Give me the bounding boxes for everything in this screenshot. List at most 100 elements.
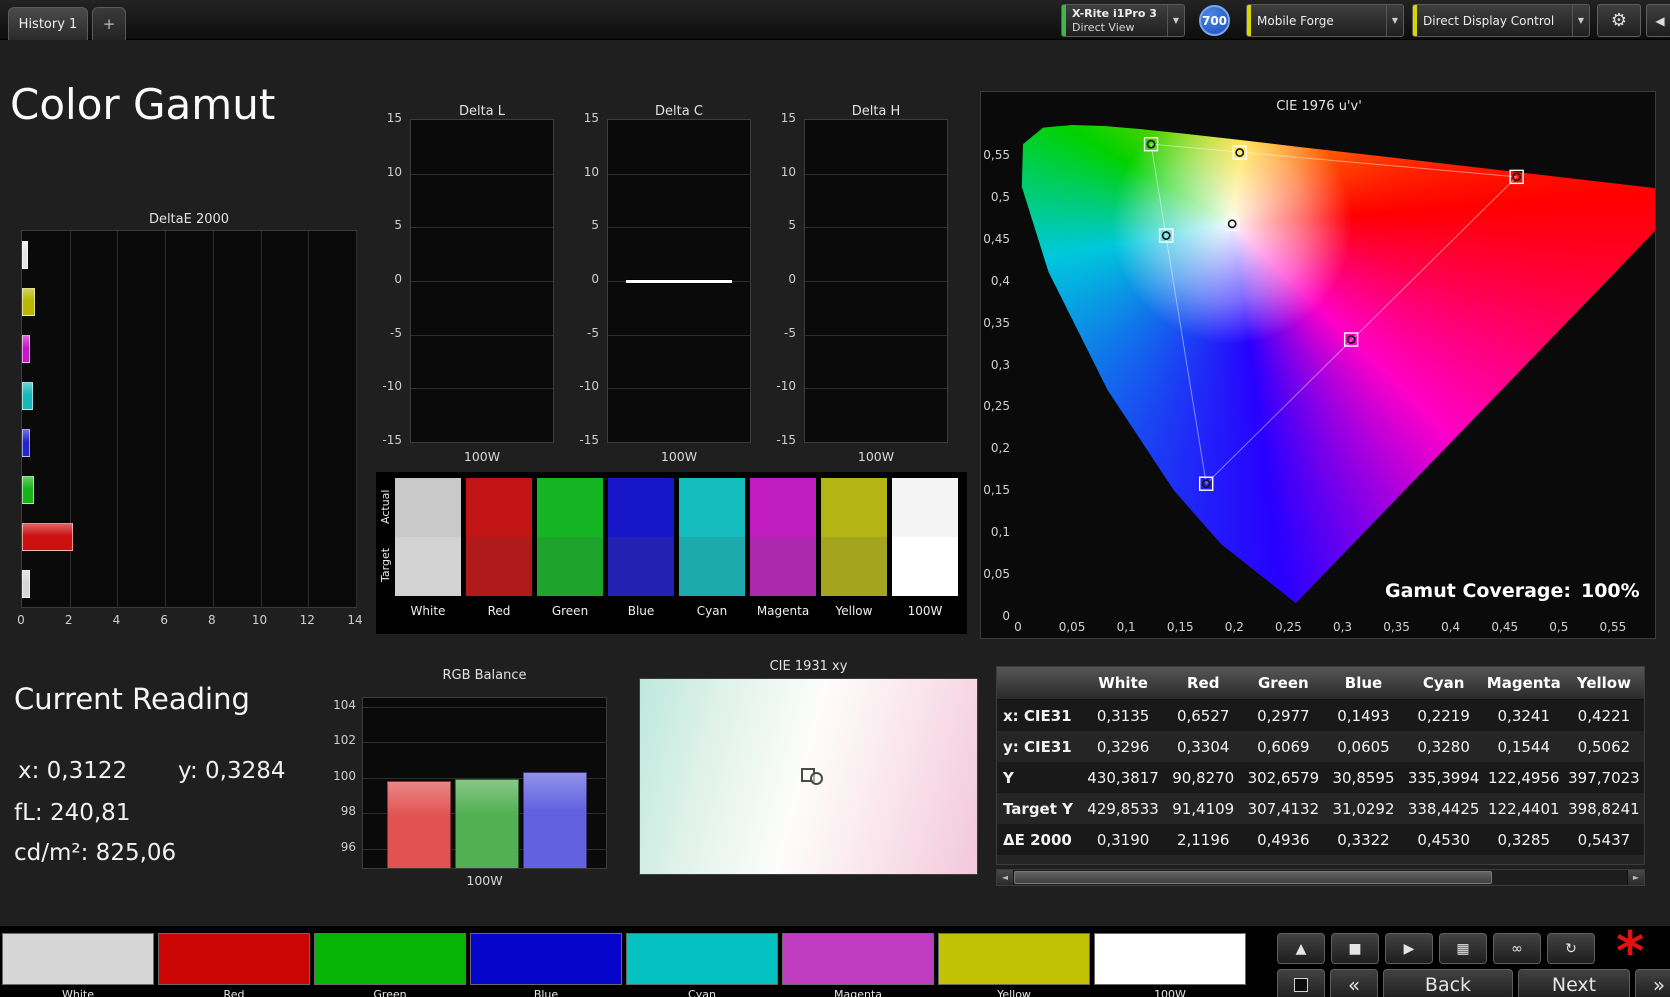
collapse-panel-button[interactable]: ◀ [1646, 4, 1670, 37]
table-col-header: Red [1163, 667, 1243, 699]
table-scrollbar[interactable]: ◄ ► [996, 869, 1645, 886]
table-cell: 0,4221 [1564, 700, 1644, 731]
table-cell: 2,0428 [1404, 855, 1484, 865]
swatch-strip: Actual Target WhiteRedGreenBlueCyanMagen… [376, 472, 967, 634]
deltae2000-xticks: 02468101214 [21, 613, 357, 629]
scroll-left-button[interactable]: ◄ [997, 870, 1014, 885]
table-cell: 0,2219 [1404, 700, 1484, 731]
tick-label: 0,4 [1431, 620, 1471, 634]
table-cell: 430,3817 [1083, 762, 1163, 793]
next-chevron-button[interactable]: » [1635, 969, 1670, 997]
table-col-header: White [1083, 667, 1163, 699]
add-tab-button[interactable]: + [92, 7, 126, 40]
pattern-window-button[interactable] [1277, 969, 1325, 997]
tick-label: 0 [769, 272, 796, 286]
pattern-window-icon [1294, 978, 1308, 992]
deltaH-chart-title: Delta H [804, 104, 948, 119]
chevron-down-icon: ▼ [1167, 5, 1184, 36]
tick-label: 0,15 [980, 483, 1010, 497]
footer-swatches: WhiteRedGreenBlueCyanMagentaYellow100W [2, 933, 1246, 997]
stop-button[interactable]: ■ [1331, 933, 1379, 964]
table-row-label: ΔE ITP [997, 855, 1083, 865]
settings-button[interactable]: ⚙ [1597, 4, 1641, 37]
tick-label: 15 [375, 111, 402, 125]
tick-label: 0,3 [980, 358, 1010, 372]
gridline [608, 227, 750, 228]
refresh-button[interactable]: ↻ [1547, 933, 1595, 964]
back-button[interactable]: Back [1383, 969, 1513, 997]
table-col-header: Cyan [1404, 667, 1484, 699]
deltae-bar-white [22, 570, 30, 598]
swatch-target-100w [892, 537, 958, 596]
swatch-blue [608, 478, 674, 596]
pattern-swatch-blue[interactable] [470, 933, 622, 985]
tick-label: 0,5 [1539, 620, 1579, 634]
scrollbar-thumb[interactable] [1014, 871, 1492, 884]
gridline [608, 388, 750, 389]
pattern-swatch-label: Yellow [997, 988, 1031, 997]
pattern-swatch-wrap: Yellow [938, 933, 1090, 997]
pattern-grid-button[interactable]: ▦ [1439, 933, 1487, 964]
pattern-swatch-label: Magenta [834, 988, 882, 997]
table-cell: 122,4401 [1484, 793, 1564, 824]
pattern-source-name: Mobile Forge [1257, 14, 1380, 28]
gridline [70, 231, 71, 607]
deltaL-panel: Delta L 151050-5-10-15 100W [376, 104, 556, 466]
rgb-balance-plot [362, 697, 607, 869]
pattern-swatch-wrap: Blue [470, 933, 622, 997]
measurement-count-badge[interactable]: 700 [1199, 5, 1230, 36]
gridline [363, 707, 606, 708]
swatch-actual-magenta [750, 478, 816, 537]
display-control-dropdown[interactable]: Direct Display Control ▼ [1412, 4, 1590, 37]
pattern-swatch-green[interactable] [314, 933, 466, 985]
play-button[interactable]: ▶ [1385, 933, 1433, 964]
tick-label: -15 [769, 433, 796, 447]
eject-button[interactable]: ▲ [1277, 933, 1325, 964]
swatch-label: White [395, 604, 461, 618]
gamut-coverage-label: Gamut Coverage: [1385, 580, 1571, 602]
swatch-red [466, 478, 532, 596]
pattern-grid-icon: ▦ [1456, 941, 1469, 957]
pattern-swatch-red[interactable] [158, 933, 310, 985]
chevron-down-icon: ▼ [1572, 5, 1589, 36]
swatch-100w [892, 478, 958, 596]
tab-history-1[interactable]: History 1 [8, 7, 88, 40]
table-cell: 0,4530 [1404, 824, 1484, 855]
table-cell: 302,6579 [1243, 762, 1323, 793]
swatch-target-cyan [679, 537, 745, 596]
continuous-measure-button[interactable]: ∞ [1493, 933, 1541, 964]
table-cell: 0,2977 [1243, 700, 1323, 731]
pattern-swatch-label: Blue [534, 988, 558, 997]
tick-label: 0,1 [1106, 620, 1146, 634]
pattern-swatch-100w[interactable] [1094, 933, 1246, 985]
gridline [411, 388, 553, 389]
swatch-label: 100W [892, 604, 958, 618]
tick-label: -5 [572, 326, 599, 340]
pattern-swatch-white[interactable] [2, 933, 154, 985]
deltaH-plot [804, 119, 948, 443]
pattern-swatch-wrap: Cyan [626, 933, 778, 997]
table-cell: 3,5843 [1484, 855, 1564, 865]
tick-label: 10 [572, 165, 599, 179]
tick-label: 8 [192, 613, 232, 627]
table-row-label: Y [997, 762, 1083, 793]
pattern-swatch-wrap: White [2, 933, 154, 997]
swatch-strip-swatches [395, 478, 958, 596]
table-col-header [997, 667, 1083, 699]
scroll-right-button[interactable]: ► [1627, 870, 1644, 885]
pattern-swatch-yellow[interactable] [938, 933, 1090, 985]
swatch-target-yellow [821, 537, 887, 596]
top-bar: History 1 + X-Rite i1Pro 3 Direct View ▼… [0, 0, 1670, 40]
pattern-swatch-cyan[interactable] [626, 933, 778, 985]
current-reading-luminance: cd/m²: 825,06 [14, 840, 176, 866]
table-cell: 0,3190 [1083, 824, 1163, 855]
pattern-swatch-magenta[interactable] [782, 933, 934, 985]
scrollbar-track[interactable] [1014, 870, 1627, 885]
back-chevron-button[interactable]: « [1330, 969, 1378, 997]
table-cell: 0,3135 [1083, 700, 1163, 731]
page-title: Color Gamut [10, 80, 275, 129]
target-row-label: Target [379, 536, 393, 594]
next-button[interactable]: Next [1518, 969, 1630, 997]
pattern-source-dropdown[interactable]: Mobile Forge ▼ [1246, 4, 1404, 37]
meter-dropdown[interactable]: X-Rite i1Pro 3 Direct View ▼ [1061, 4, 1185, 37]
